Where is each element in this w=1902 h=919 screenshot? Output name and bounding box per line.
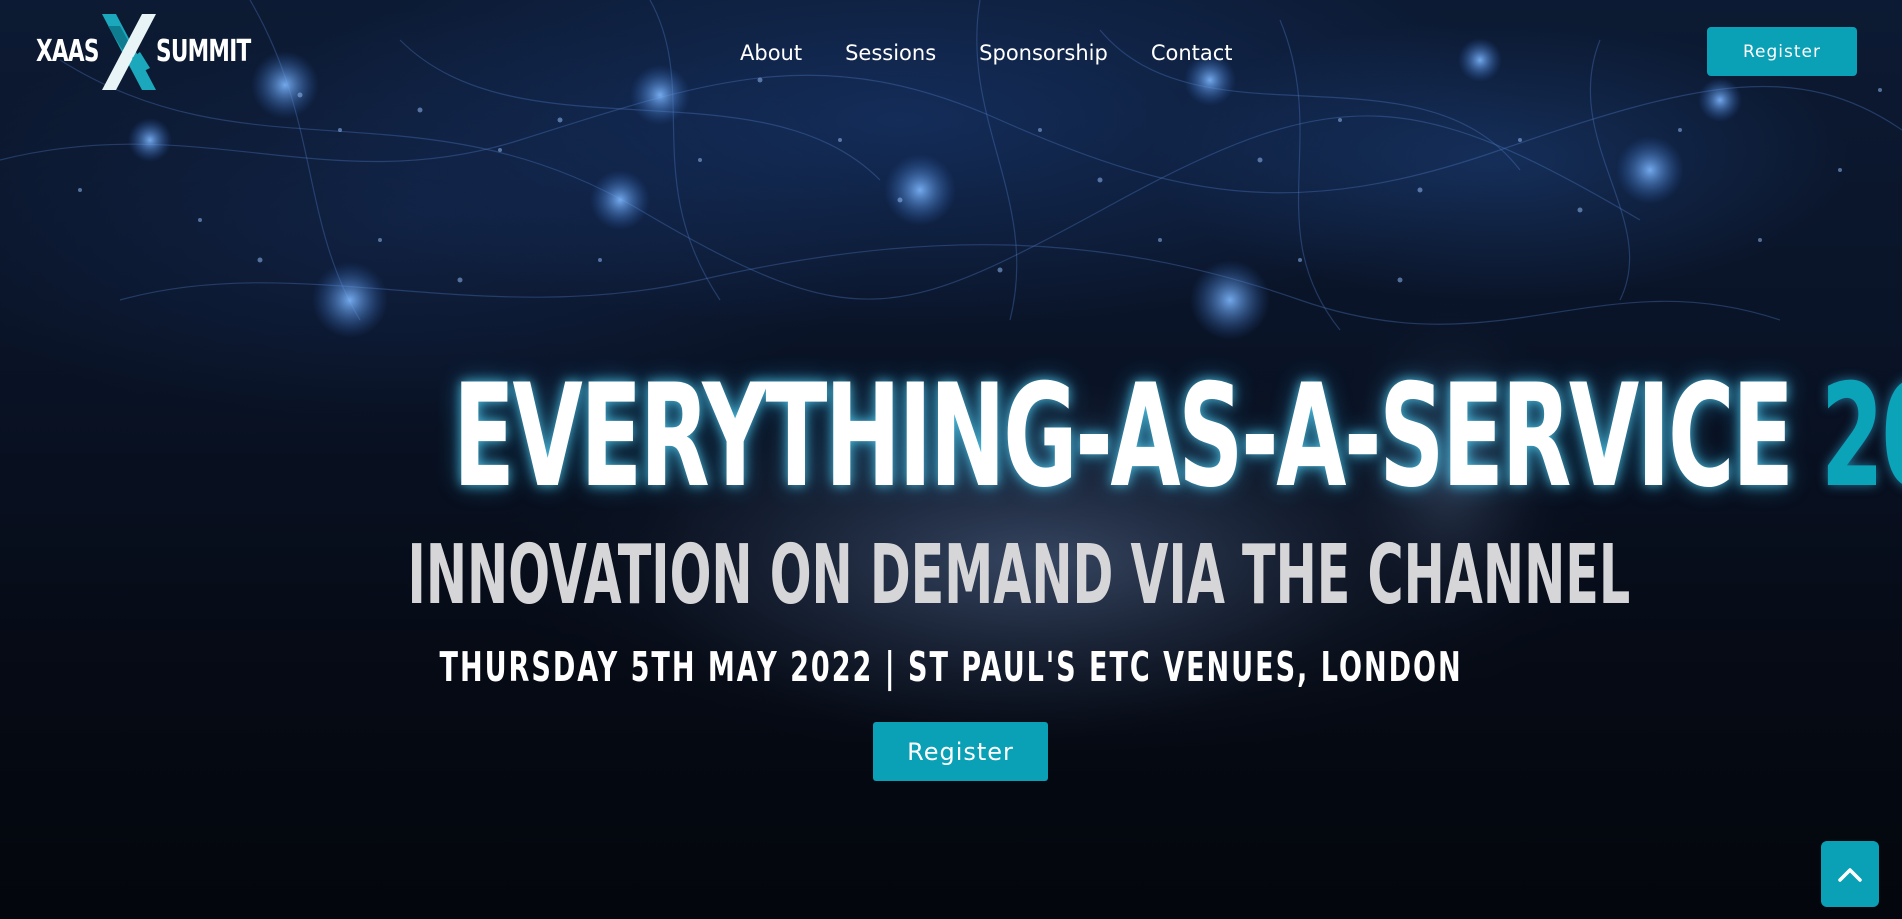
event-details: THURSDAY 5TH MAY 2022 | ST PAUL'S ETC VE… (0, 645, 1902, 689)
logo-text-xaas: XAAS (36, 34, 99, 69)
header-register-button[interactable]: Register (1707, 27, 1857, 76)
nav-link-contact[interactable]: Contact (1151, 34, 1233, 72)
hero-headline-main: EVERYTHING-AS-A-SERVICE (452, 354, 1794, 519)
hero-headline-year: 2022 (1820, 354, 1902, 519)
hero-headline: EVERYTHING-AS-A-SERVICE 2022 (0, 362, 1902, 512)
hero-subheadline: INNOVATION ON DEMAND VIA THE CHANNEL (0, 534, 1902, 618)
logo-text-summit: SUMMIT (156, 34, 251, 69)
hero-register-button[interactable]: Register (873, 722, 1048, 781)
nav-link-sponsorship[interactable]: Sponsorship (979, 34, 1108, 72)
chevron-up-icon (1838, 868, 1862, 882)
logo-x-mark-icon (102, 14, 156, 90)
hero-section: XAAS SUMMIT About Sessions Sponsorship C… (0, 0, 1902, 919)
site-logo[interactable]: XAAS SUMMIT (36, 12, 251, 92)
event-details-text: THURSDAY 5TH MAY 2022 | ST PAUL'S ETC VE… (439, 643, 1463, 691)
main-nav: About Sessions Sponsorship Contact (740, 34, 1233, 72)
nav-link-about[interactable]: About (740, 34, 802, 72)
back-to-top-button[interactable] (1821, 841, 1879, 907)
hero-subheadline-text: INNOVATION ON DEMAND VIA THE CHANNEL (407, 528, 1631, 623)
nav-link-sessions[interactable]: Sessions (845, 34, 936, 72)
